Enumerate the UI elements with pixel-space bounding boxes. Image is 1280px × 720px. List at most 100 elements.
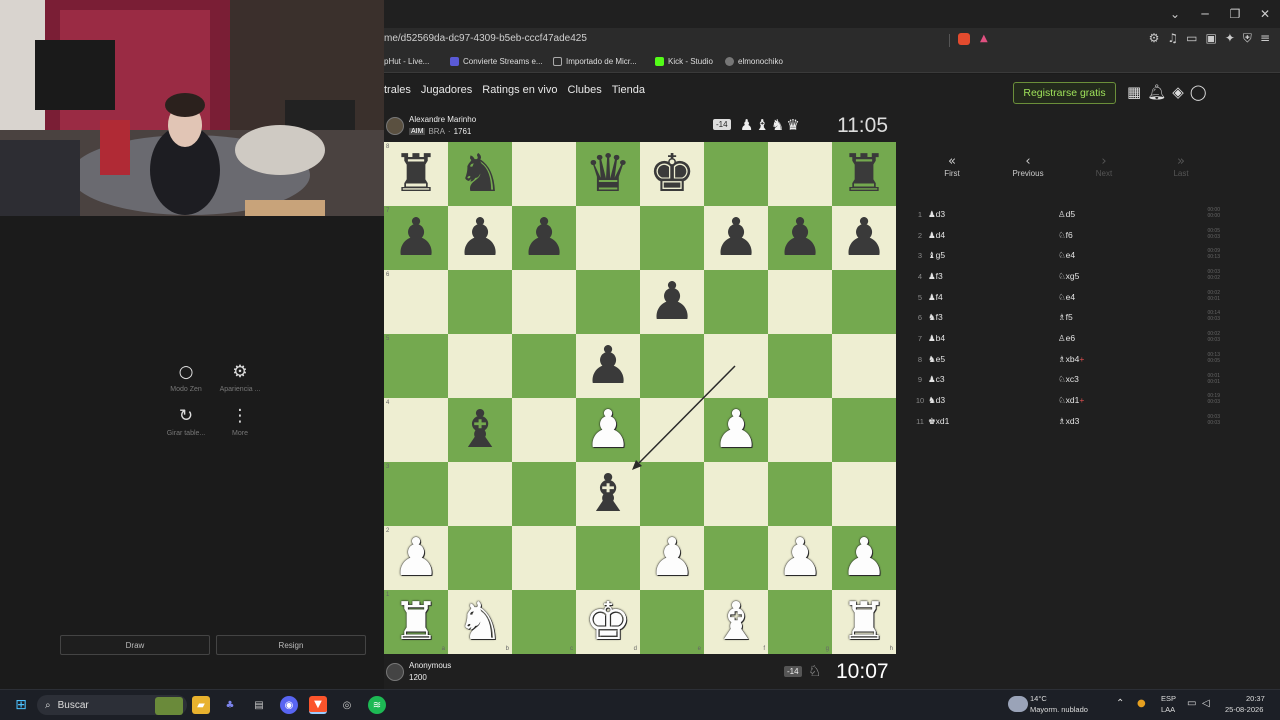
- language-layout[interactable]: LAA: [1161, 705, 1175, 714]
- file-explorer-icon[interactable]: ▰: [192, 696, 210, 714]
- square-h4[interactable]: [832, 398, 896, 462]
- white-move[interactable]: ♞e5: [928, 354, 1058, 365]
- nav-item-live-ratings[interactable]: Ratings en vivo: [482, 84, 557, 96]
- language-code[interactable]: ESP: [1161, 694, 1176, 703]
- black-move[interactable]: ♗f5: [1058, 312, 1188, 323]
- bell-icon[interactable]: 🔔︎: [1147, 83, 1166, 101]
- black-move[interactable]: ♘f6: [1058, 230, 1188, 241]
- square-a1[interactable]: 1 a ♜: [384, 590, 448, 654]
- brave-shield-icon[interactable]: [958, 33, 970, 45]
- square-d2[interactable]: [576, 526, 640, 590]
- square-f8[interactable]: [704, 142, 768, 206]
- profile-icon[interactable]: ◯: [1190, 83, 1207, 101]
- square-b3[interactable]: [448, 462, 512, 526]
- black-rook-icon[interactable]: ♜: [841, 148, 888, 200]
- leo-icon[interactable]: ✦: [1225, 31, 1235, 46]
- square-c4[interactable]: [512, 398, 576, 462]
- square-h5[interactable]: [832, 334, 896, 398]
- minimize-button[interactable]: ─: [1190, 0, 1220, 28]
- square-g8[interactable]: [768, 142, 832, 206]
- zen-mode-button[interactable]: ○ Modo Zen: [160, 362, 212, 393]
- more-button[interactable]: ⋮ More: [214, 406, 266, 437]
- windows-start-icon[interactable]: ⊞: [12, 696, 30, 714]
- white-move[interactable]: ♞f3: [928, 312, 1058, 323]
- black-bishop-icon[interactable]: ♝: [457, 404, 504, 456]
- square-e2[interactable]: ♟: [640, 526, 704, 590]
- discord-icon[interactable]: ◉: [280, 696, 298, 714]
- white-rook-icon[interactable]: ♜: [841, 596, 888, 648]
- draw-button[interactable]: Draw: [60, 635, 210, 655]
- square-a8[interactable]: 8 ♜: [384, 142, 448, 206]
- square-d6[interactable]: [576, 270, 640, 334]
- chevron-down-icon[interactable]: ⌄: [1160, 0, 1190, 28]
- black-knight-icon[interactable]: ♞: [457, 148, 504, 200]
- white-move[interactable]: ♚xd1: [928, 416, 1058, 427]
- square-c3[interactable]: [512, 462, 576, 526]
- opponent-name[interactable]: Alexandre Marinho: [409, 115, 476, 124]
- microphone-icon[interactable]: ●: [1137, 698, 1146, 709]
- square-g1[interactable]: g: [768, 590, 832, 654]
- rewards-icon[interactable]: ▲: [980, 33, 988, 44]
- resign-button[interactable]: Resign: [216, 635, 366, 655]
- sidebar-icon[interactable]: ▭: [1186, 31, 1197, 46]
- black-move[interactable]: ♘xd1+: [1058, 395, 1188, 406]
- chess-board[interactable]: 8 ♜ ♞ ♛ ♚ ♜ 7 ♟ ♟ ♟ ♟ ♟ ♟ 6 ♟ 5 ♟ 4 ♝ ♟ ♟ 3 ♝ 2 ♟ ♟ ♟ ♟ 1 a ♜ b ♞ c d ♚ e f ♝ g…: [384, 142, 896, 654]
- square-b8[interactable]: ♞: [448, 142, 512, 206]
- black-bishop-icon[interactable]: ♝: [585, 468, 632, 520]
- square-a5[interactable]: 5: [384, 334, 448, 398]
- white-king-icon[interactable]: ♚: [585, 596, 632, 648]
- extensions-icon[interactable]: ⚙: [1149, 31, 1160, 46]
- calculator-icon[interactable]: ▤: [250, 696, 268, 714]
- weather-desc[interactable]: Mayorm. nublado: [1030, 705, 1088, 714]
- bookmark-item[interactable]: elmonochiko: [725, 57, 783, 66]
- square-f1[interactable]: f ♝: [704, 590, 768, 654]
- white-move[interactable]: ♟b4: [928, 333, 1058, 344]
- square-c1[interactable]: c: [512, 590, 576, 654]
- white-rook-icon[interactable]: ♜: [393, 596, 440, 648]
- square-c8[interactable]: [512, 142, 576, 206]
- menu-icon[interactable]: ≡: [1260, 31, 1270, 46]
- square-e7[interactable]: [640, 206, 704, 270]
- black-pawn-icon[interactable]: ♟: [713, 212, 760, 264]
- nav-item-store[interactable]: Tienda: [612, 84, 645, 96]
- bookmark-item[interactable]: Kick - Studio: [655, 57, 713, 66]
- square-b6[interactable]: [448, 270, 512, 334]
- app-icon[interactable]: ◎: [338, 696, 356, 714]
- bookmark-item[interactable]: pHut - Live...: [384, 57, 429, 66]
- white-bishop-icon[interactable]: ♝: [713, 596, 760, 648]
- square-h8[interactable]: ♜: [832, 142, 896, 206]
- url-field[interactable]: me/d52569da-dc97-4309-b5eb-cccf47ade425: [384, 33, 587, 44]
- square-e6[interactable]: ♟: [640, 270, 704, 334]
- square-c7[interactable]: ♟: [512, 206, 576, 270]
- teams-icon[interactable]: ♣: [221, 696, 239, 714]
- black-pawn-icon[interactable]: ♟: [457, 212, 504, 264]
- square-b4[interactable]: ♝: [448, 398, 512, 462]
- square-c6[interactable]: [512, 270, 576, 334]
- black-move[interactable]: ♘e4: [1058, 292, 1188, 303]
- board-icon[interactable]: ▦: [1127, 83, 1141, 101]
- white-move[interactable]: ♟c3: [928, 374, 1058, 385]
- square-a4[interactable]: 4: [384, 398, 448, 462]
- square-f7[interactable]: ♟: [704, 206, 768, 270]
- maximize-button[interactable]: ❐: [1220, 0, 1250, 28]
- square-d7[interactable]: [576, 206, 640, 270]
- square-c5[interactable]: [512, 334, 576, 398]
- register-button[interactable]: Registrarse gratis: [1013, 82, 1116, 104]
- square-a6[interactable]: 6: [384, 270, 448, 334]
- square-h7[interactable]: ♟: [832, 206, 896, 270]
- black-pawn-icon[interactable]: ♟: [521, 212, 568, 264]
- white-knight-icon[interactable]: ♞: [457, 596, 504, 648]
- black-move[interactable]: ♙e6: [1058, 333, 1188, 344]
- previous-move-button[interactable]: ‹ Previous: [1008, 154, 1048, 178]
- square-a2[interactable]: 2 ♟: [384, 526, 448, 590]
- square-e4[interactable]: [640, 398, 704, 462]
- square-e1[interactable]: e: [640, 590, 704, 654]
- wallet-icon[interactable]: ▣: [1206, 31, 1217, 46]
- flip-board-button[interactable]: ↻ Girar table...: [160, 406, 212, 437]
- bookmark-item[interactable]: Convierte Streams e...: [450, 57, 543, 66]
- white-move[interactable]: ♞d3: [928, 395, 1058, 406]
- next-move-button[interactable]: › Next: [1088, 154, 1120, 178]
- black-queen-icon[interactable]: ♛: [585, 148, 632, 200]
- white-pawn-icon[interactable]: ♟: [649, 532, 696, 584]
- white-pawn-icon[interactable]: ♟: [713, 404, 760, 456]
